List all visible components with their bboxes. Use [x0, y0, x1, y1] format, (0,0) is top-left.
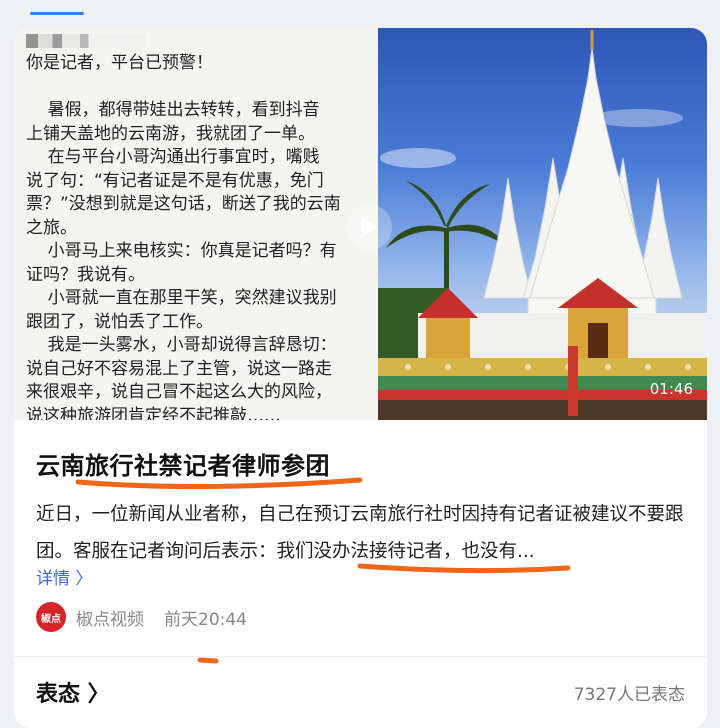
- article-title[interactable]: 云南旅行社禁记者律师参团: [36, 446, 330, 481]
- source-row[interactable]: 椒点 椒点视频 前天20:44: [36, 602, 247, 632]
- video-text-frame: 你是记者，平台已预警！ 暑假，都得带娃出去转转，看到抖音 上铺天盖地的云南游，我就…: [14, 28, 378, 420]
- divider: [14, 656, 707, 657]
- video-text-line: 说了句：“有记者证是不是有优惠，免门: [26, 170, 324, 191]
- video-duration: 01:46: [649, 380, 693, 398]
- source-name[interactable]: 椒点视频: [76, 605, 144, 630]
- video-player[interactable]: 你是记者，平台已预警！ 暑假，都得带娃出去转转，看到抖音 上铺天盖地的云南游，我就…: [14, 28, 707, 420]
- video-text-line: 小哥就一直在那里干笑，突然建议我别: [26, 288, 337, 308]
- video-text-line: 我是一头雾水，小哥却说得言辞恳切：: [26, 335, 337, 355]
- video-text-line: 上铺天盖地的云南游，我就团了一单。: [26, 123, 315, 144]
- details-link[interactable]: 详情 〉: [36, 564, 92, 589]
- publish-time: 前天20:44: [164, 609, 247, 630]
- video-text-line: [26, 76, 376, 100]
- video-text-content: 你是记者，平台已预警！ 暑假，都得带娃出去转转，看到抖音 上铺天盖地的云南游，我就…: [26, 52, 376, 420]
- blurred-username: [26, 34, 146, 48]
- video-text-line: 在与平台小哥沟通出行事宜时，嘴贱: [26, 147, 320, 167]
- video-text-line: 说自己好不容易混上了主管，说这一路走: [26, 358, 332, 379]
- active-tab-indicator: [30, 12, 84, 15]
- source-logo: 椒点: [36, 602, 66, 632]
- reaction-count: 7327人已表态: [573, 685, 685, 705]
- article-summary[interactable]: 近日，一位新闻从业者称，自己在预订云南旅行社时因持有记者证被建议不要跟团。客服在…: [36, 496, 691, 570]
- video-text-line: 暑假，都得带娃出去转转，看到抖音: [26, 100, 320, 120]
- video-text-line: 小哥马上来电核实：你真是记者吗？有: [26, 241, 337, 261]
- video-text-line: 说这种旅游团肯定经不起推敲……: [26, 405, 281, 421]
- video-text-line: 证吗？我说有。: [26, 264, 145, 285]
- play-icon[interactable]: [346, 204, 392, 250]
- video-text-line: 你是记者，平台已预警！: [26, 53, 213, 73]
- pagoda-image: [378, 28, 707, 420]
- video-text-line: 之旅。: [26, 217, 77, 238]
- video-text-line: 跟团了，说怕丢了工作。: [26, 311, 213, 332]
- pagoda-illustration: [378, 30, 707, 420]
- reaction-button[interactable]: 表态 〉: [36, 676, 110, 708]
- video-text-line: 票？”没想到就是这句话，断送了我的云南: [26, 194, 341, 214]
- news-card[interactable]: 你是记者，平台已预警！ 暑假，都得带娃出去转转，看到抖音 上铺天盖地的云南游，我就…: [14, 28, 707, 728]
- video-text-line: 来很艰辛，说自己冒不起这么大的风险，: [26, 382, 332, 402]
